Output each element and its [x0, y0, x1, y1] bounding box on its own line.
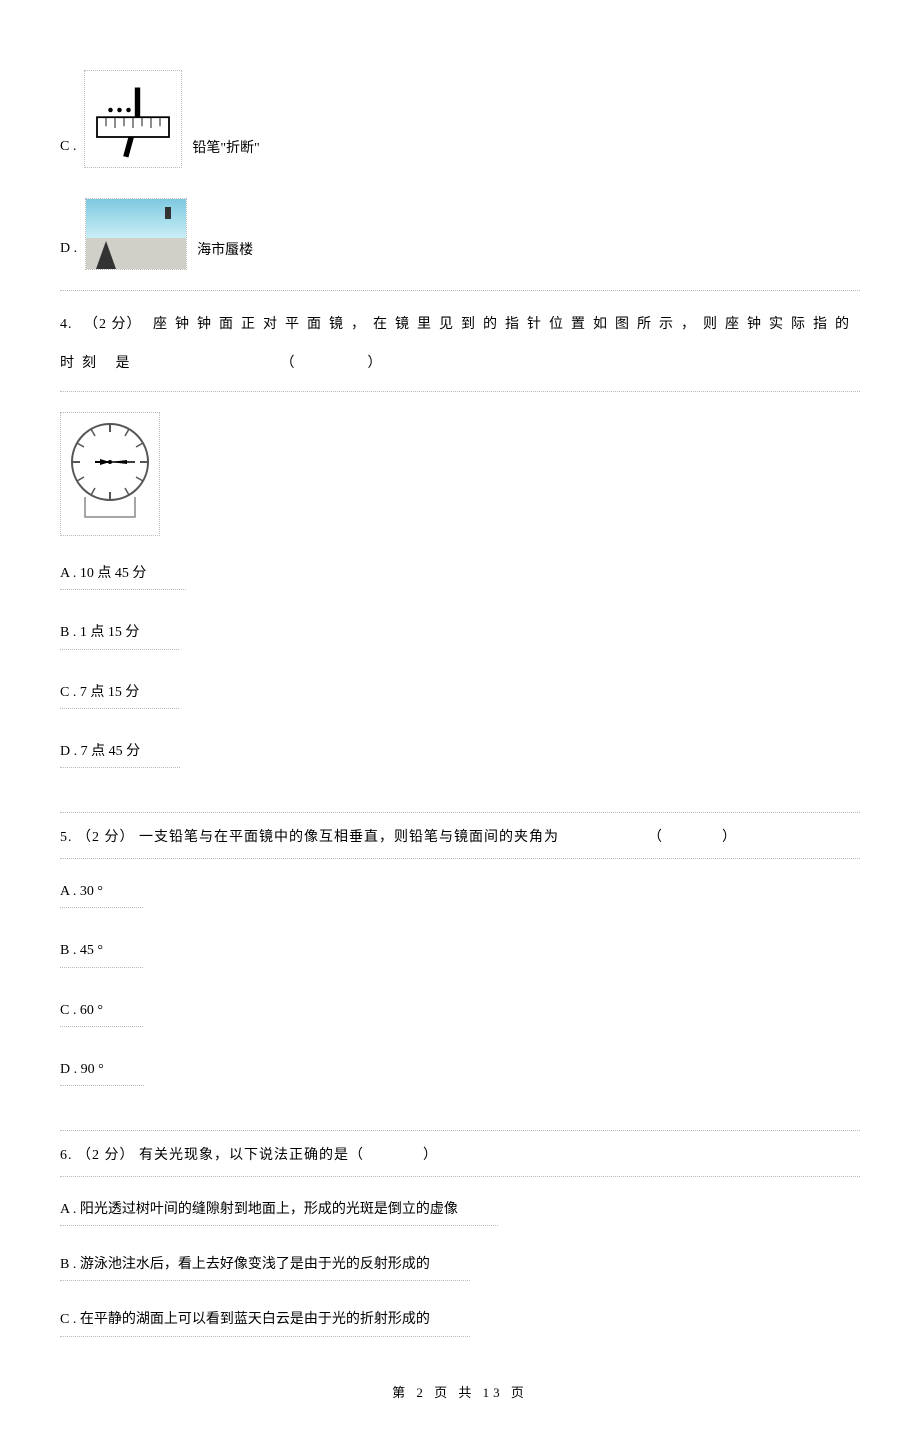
- question-4-body-1: 座钟钟面正对平面镜，在镜里见到的指针位置如图所示，则座钟实际指的时刻: [60, 317, 857, 371]
- q4-option-d[interactable]: D . 7 点 45 分: [60, 739, 180, 768]
- q6-option-c[interactable]: C . 在平静的湖面上可以看到蓝天白云是由于光的折射形成的: [60, 1307, 470, 1336]
- option-label-c: C .: [60, 136, 76, 168]
- question-4: 4. （2 分） 座钟钟面正对平面镜，在镜里见到的指针位置如图所示，则座钟实际指…: [60, 290, 860, 798]
- mirage-tower-icon: [96, 241, 116, 269]
- clock-image: [60, 412, 160, 535]
- question-6-text: 6. （2 分） 有关光现象，以下说法正确的是（ ）: [60, 1145, 860, 1176]
- mirage-land: [86, 238, 186, 270]
- page-footer: 第 2 页 共 13 页: [60, 1383, 860, 1404]
- mirage-flag-icon: [165, 207, 171, 219]
- question-6-body: 有关光现象，以下说法正确的是（: [139, 1148, 364, 1163]
- previous-question-option-c: C . 铅笔"折断": [60, 70, 860, 168]
- q6-option-a[interactable]: A . 阳光透过树叶间的缝隙射到地面上，形成的光斑是倒立的虚像: [60, 1197, 498, 1226]
- mirage-image: [85, 198, 187, 270]
- mirage-sky: [86, 199, 186, 238]
- q5-option-c[interactable]: C . 60 °: [60, 998, 143, 1027]
- question-4-paren-close: ）: [368, 356, 382, 371]
- clock-icon: [65, 417, 155, 522]
- option-d-caption: 海市蜃楼: [197, 240, 253, 270]
- q5-option-d[interactable]: D . 90 °: [60, 1057, 144, 1086]
- question-5: 5. （2 分） 一支铅笔与在平面镜中的像互相垂直，则铅笔与镜面间的夹角为 （ …: [60, 812, 860, 1116]
- question-4-points: （2 分）: [84, 317, 142, 332]
- q4-option-c[interactable]: C . 7 点 15 分: [60, 680, 179, 709]
- question-4-text: 4. （2 分） 座钟钟面正对平面镜，在镜里见到的指针位置如图所示，则座钟实际指…: [60, 305, 860, 392]
- question-6: 6. （2 分） 有关光现象，以下说法正确的是（ ） A . 阳光透过树叶间的缝…: [60, 1130, 860, 1363]
- question-5-text: 5. （2 分） 一支铅笔与在平面镜中的像互相垂直，则铅笔与镜面间的夹角为 （ …: [60, 827, 860, 858]
- option-c-caption: 铅笔"折断": [192, 138, 259, 168]
- q5-option-b[interactable]: B . 45 °: [60, 938, 143, 967]
- pencil-broken-image: [84, 70, 182, 168]
- q5-option-a[interactable]: A . 30 °: [60, 879, 143, 908]
- question-6-points: （2 分）: [77, 1148, 135, 1163]
- q6-option-b[interactable]: B . 游泳池注水后，看上去好像变浅了是由于光的反射形成的: [60, 1252, 470, 1281]
- q4-option-b[interactable]: B . 1 点 15 分: [60, 620, 179, 649]
- q4-option-a[interactable]: A . 10 点 45 分: [60, 561, 186, 590]
- question-5-body: 一支铅笔与在平面镜中的像互相垂直，则铅笔与镜面间的夹角为: [139, 830, 559, 845]
- question-6-number: 6.: [60, 1148, 73, 1163]
- question-5-paren-open: （: [648, 830, 663, 845]
- question-5-number: 5.: [60, 830, 73, 845]
- question-5-points: （2 分）: [77, 830, 135, 845]
- question-4-paren-open: （: [281, 356, 295, 371]
- pencil-ruler-icon: [88, 74, 178, 164]
- question-6-paren-close: ）: [423, 1148, 438, 1163]
- question-4-number: 4.: [60, 317, 73, 332]
- option-label-d: D .: [60, 238, 77, 270]
- previous-question-option-d: D . 海市蜃楼: [60, 198, 860, 270]
- question-4-body-2: 是: [116, 356, 138, 371]
- question-5-paren-close: ）: [722, 830, 737, 845]
